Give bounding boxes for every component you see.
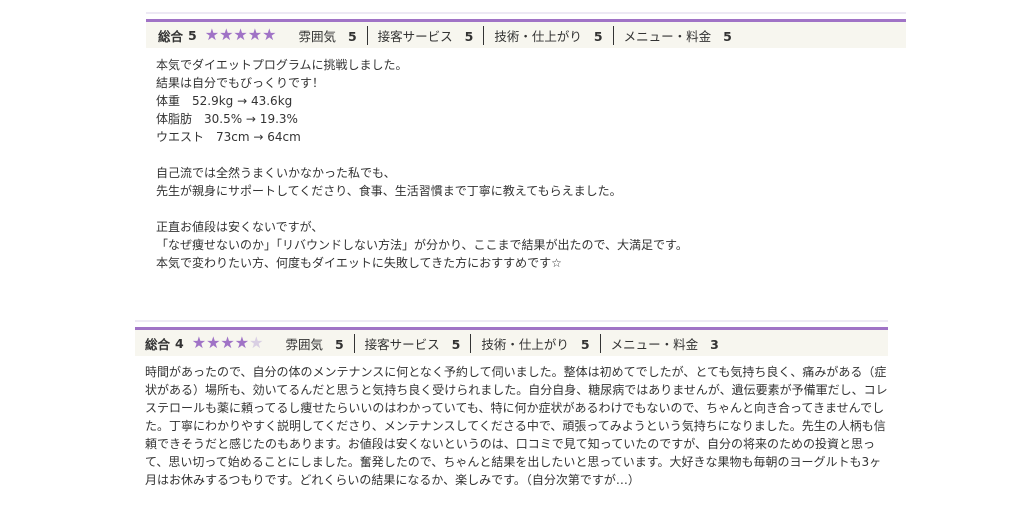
category-score: 5	[723, 28, 732, 44]
divider	[146, 12, 906, 14]
review-line: 体脂肪 30.5% → 19.3%	[156, 112, 298, 126]
star-filled-icon: ★	[220, 333, 235, 352]
category-score: 5	[593, 28, 603, 44]
review-line: て、思い切って始めることにしました。奮発したので、ちゃんと結果を出したいと思って…	[145, 455, 882, 469]
category-label: 雰囲気	[285, 336, 323, 352]
review-line	[156, 146, 906, 164]
category-atmosphere: 雰囲気 5	[285, 334, 353, 353]
review-line: ステロールも薬に頼ってるし痩せたらいいのはわかっていても、特に何か症状があるわけ…	[145, 401, 885, 415]
category-service: 接客サービス 5	[366, 25, 484, 45]
review-card: 総合 5 ★ ★ ★ ★ ★ 雰囲気 5 接客サービス 5 技術・仕上がり 5 メニュー・料金…	[146, 12, 906, 272]
star-filled-icon: ★	[191, 333, 207, 352]
category-label: 技術・仕上がり	[494, 28, 582, 44]
review-line: 「なぜ痩せないのか」「リバウンドしない方法」が分かり、ここまで結果が出たので、大…	[156, 238, 688, 252]
review-line: ウエスト 73cm → 64cm	[156, 130, 301, 144]
category-label: メニュー・料金	[623, 28, 712, 44]
category-score: 5	[334, 336, 344, 352]
category-label: 技術・仕上がり	[481, 336, 569, 352]
total-label: 総合	[158, 28, 184, 44]
star-empty-icon: ★	[249, 333, 264, 352]
star-filled-icon: ★	[247, 25, 263, 44]
category-score: 3	[710, 336, 719, 352]
category-label: 接客サービス	[364, 336, 440, 352]
review-card: 総合 4 ★ ★ ★ ★ ★ 雰囲気 5 接客サービス 5 技術・仕上がり 5 メニュー・料金…	[135, 320, 888, 489]
category-atmosphere: 雰囲気 5	[298, 26, 366, 45]
star-rating: ★ ★ ★ ★ ★	[205, 27, 277, 43]
category-technique: 技術・仕上がり 5	[470, 333, 599, 353]
review-line: 状がある）場所も、効いてるんだと思うと気持ち良く受けられました。自分自身、糖尿病…	[145, 383, 888, 397]
star-filled-icon: ★	[206, 333, 221, 352]
review-line: 正直お値段は安くないですが、	[156, 220, 324, 234]
rating-bar: 総合 4 ★ ★ ★ ★ ★ 雰囲気 5 接客サービス 5 技術・仕上がり 5 メニュー・料金…	[135, 327, 888, 356]
category-menu-price: メニュー・料金 5	[612, 25, 742, 45]
category-label: 接客サービス	[377, 28, 453, 44]
category-menu-price: メニュー・料金 3	[599, 333, 729, 353]
total-label: 総合	[145, 336, 171, 352]
review-line: 先生が親身にサポートしてくださり、食事、生活習慣まで丁寧に教えてもらえました。	[156, 184, 622, 198]
review-line: 結果は自分でもびっくりです！	[156, 76, 325, 90]
star-filled-icon: ★	[262, 25, 277, 44]
review-line: 体重 52.9kg → 43.6kg	[156, 94, 293, 108]
star-filled-icon: ★	[233, 25, 248, 44]
review-text: 本気でダイエットプログラムに挑戦しました。 結果は自分でもびっくりです！ 体重 52…	[146, 48, 906, 272]
category-score: 5	[464, 28, 474, 44]
star-filled-icon: ★	[234, 333, 250, 352]
review-line: 自己流では全然うまくいかなかった私でも、	[156, 166, 396, 180]
review-text: 時間があったので、自分の体のメンテナンスに何となく予約して伺いました。整体は初め…	[135, 356, 888, 489]
category-technique: 技術・仕上がり 5	[483, 25, 612, 45]
divider	[135, 320, 888, 322]
review-line: 頼できそうだと感じたのもあります。お値段は安くないというのは、口コミで見て知って…	[145, 437, 875, 451]
category-score: 5	[580, 336, 590, 352]
category-score: 5	[451, 336, 461, 352]
rating-bar: 総合 5 ★ ★ ★ ★ ★ 雰囲気 5 接客サービス 5 技術・仕上がり 5 メニュー・料金…	[146, 19, 906, 48]
review-line: 本気でダイエットプログラムに挑戦しました。	[156, 58, 408, 72]
category-score: 5	[347, 28, 357, 44]
review-line: 本気で変わりたい方、何度もダイエットに失敗してきた方におすすめです☆	[156, 256, 562, 270]
category-label: 雰囲気	[298, 28, 336, 44]
star-rating: ★ ★ ★ ★ ★	[192, 335, 264, 351]
review-line: 月はお休みするつもりです。どれくらいの結果になるか、楽しみです。（自分次第ですが…	[145, 473, 640, 487]
star-filled-icon: ★	[219, 25, 234, 44]
star-filled-icon: ★	[204, 25, 220, 44]
total-score: 5	[188, 27, 197, 43]
review-line: た。丁寧にわかりやすく説明してくださり、メンテナンスしてくださる中で、頑張ってみ…	[145, 419, 886, 433]
category-label: メニュー・料金	[610, 336, 699, 352]
review-line	[156, 200, 906, 218]
total-score: 4	[175, 335, 184, 351]
category-service: 接客サービス 5	[353, 333, 471, 353]
review-line: 時間があったので、自分の体のメンテナンスに何となく予約して伺いました。整体は初め…	[145, 365, 887, 379]
